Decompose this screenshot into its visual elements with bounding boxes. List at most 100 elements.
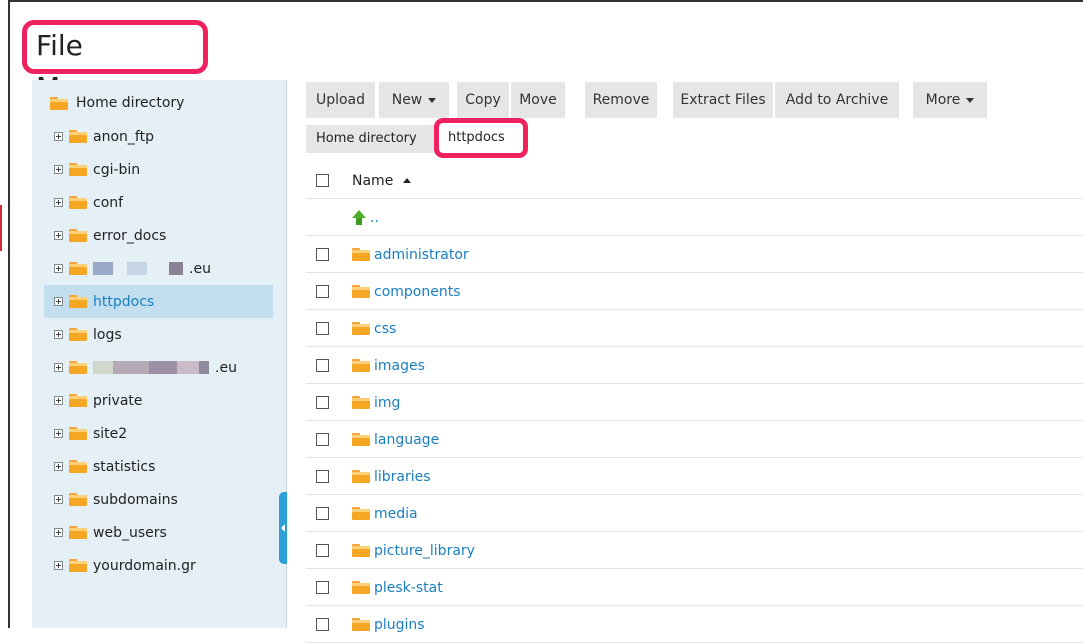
table-row[interactable]: images	[306, 347, 1083, 384]
folder-icon	[352, 248, 370, 261]
expand-icon[interactable]	[54, 264, 63, 273]
file-name-link[interactable]: administrator	[374, 247, 469, 263]
expand-icon[interactable]	[54, 231, 63, 240]
row-checkbox[interactable]	[316, 544, 329, 557]
expand-icon[interactable]	[54, 561, 63, 570]
folder-icon	[352, 618, 370, 631]
redacted-text	[93, 262, 183, 275]
row-checkbox[interactable]	[316, 248, 329, 261]
file-name-link[interactable]: images	[374, 358, 425, 374]
sidebar-item-label: logs	[93, 326, 122, 343]
expand-icon[interactable]	[54, 363, 63, 372]
breadcrumb-current[interactable]: httpdocs	[434, 118, 528, 158]
sidebar-item-web-users[interactable]: web_users	[44, 516, 273, 549]
page-title: File Manager	[22, 20, 208, 104]
expand-icon[interactable]	[54, 495, 63, 504]
parent-directory-row[interactable]: ..	[306, 199, 1083, 236]
sidebar-item-httpdocs[interactable]: httpdocs	[44, 285, 273, 318]
more-button[interactable]: More	[913, 82, 987, 118]
add-to-archive-button[interactable]: Add to Archive	[775, 82, 899, 118]
move-button[interactable]: Move	[511, 82, 565, 118]
file-name-cell: components	[352, 273, 461, 310]
file-name-link[interactable]: components	[374, 284, 461, 300]
folder-icon	[50, 96, 68, 110]
table-row[interactable]: css	[306, 310, 1083, 347]
file-name-link[interactable]: img	[374, 395, 400, 411]
table-row[interactable]: plugins	[306, 606, 1083, 643]
folder-icon	[69, 295, 87, 308]
copy-button[interactable]: Copy	[457, 82, 509, 118]
table-row[interactable]: img	[306, 384, 1083, 421]
new-button[interactable]: New	[379, 82, 449, 118]
table-row[interactable]: administrator	[306, 236, 1083, 273]
remove-button[interactable]: Remove	[585, 82, 657, 118]
extract-files-button[interactable]: Extract Files	[673, 82, 773, 118]
file-name-cell: libraries	[352, 458, 431, 495]
file-name-cell: images	[352, 347, 425, 384]
window-border-left	[8, 0, 10, 628]
parent-directory-cell[interactable]: ..	[352, 199, 379, 236]
folder-icon	[352, 396, 370, 409]
row-checkbox[interactable]	[316, 396, 329, 409]
sidebar-item-yourdomain-gr[interactable]: yourdomain.gr	[44, 549, 273, 582]
expand-icon[interactable]	[54, 297, 63, 306]
file-name-link[interactable]: media	[374, 506, 418, 522]
table-row[interactable]: plesk-stat	[306, 569, 1083, 606]
tree-root-home[interactable]: Home directory	[50, 91, 184, 115]
folder-icon	[352, 285, 370, 298]
row-checkbox[interactable]	[316, 359, 329, 372]
expand-icon[interactable]	[54, 462, 63, 471]
folder-icon	[69, 361, 87, 374]
breadcrumb-home[interactable]: Home directory	[306, 125, 446, 153]
file-name-link[interactable]: libraries	[374, 469, 431, 485]
sidebar-item-label: .eu	[189, 260, 211, 277]
table-row[interactable]: picture_library	[306, 532, 1083, 569]
folder-icon	[69, 460, 87, 473]
expand-icon[interactable]	[54, 528, 63, 537]
add-to-archive-label: Add to Archive	[785, 92, 889, 108]
sidebar-item-label: anon_ftp	[93, 128, 154, 145]
sidebar-item-anon-ftp[interactable]: anon_ftp	[44, 120, 273, 153]
parent-directory-link[interactable]: ..	[370, 210, 379, 226]
row-checkbox[interactable]	[316, 433, 329, 446]
row-checkbox[interactable]	[316, 285, 329, 298]
file-name-link[interactable]: picture_library	[374, 543, 475, 559]
sidebar-item-label: private	[93, 392, 143, 409]
sidebar-item-statistics[interactable]: statistics	[44, 450, 273, 483]
file-name-link[interactable]: language	[374, 432, 439, 448]
table-row[interactable]: components	[306, 273, 1083, 310]
sidebar-item-subdomains[interactable]: subdomains	[44, 483, 273, 516]
sidebar-item-eu[interactable]: .eu	[44, 351, 273, 384]
row-checkbox[interactable]	[316, 581, 329, 594]
table-row[interactable]: media	[306, 495, 1083, 532]
file-name-link[interactable]: css	[374, 321, 396, 337]
sidebar-item-error-docs[interactable]: error_docs	[44, 219, 273, 252]
sidebar-item-eu[interactable]: .eu	[44, 252, 273, 285]
expand-icon[interactable]	[54, 198, 63, 207]
folder-icon	[69, 328, 87, 341]
row-checkbox[interactable]	[316, 470, 329, 483]
sidebar-item-conf[interactable]: conf	[44, 186, 273, 219]
row-checkbox[interactable]	[316, 507, 329, 520]
row-checkbox[interactable]	[316, 618, 329, 631]
sidebar-item-private[interactable]: private	[44, 384, 273, 417]
sidebar-item-site2[interactable]: site2	[44, 417, 273, 450]
file-name-link[interactable]: plesk-stat	[374, 580, 443, 596]
select-all-checkbox[interactable]	[316, 174, 329, 187]
sidebar-collapse-handle[interactable]	[279, 492, 287, 564]
table-row[interactable]: language	[306, 421, 1083, 458]
expand-icon[interactable]	[54, 330, 63, 339]
sidebar-item-logs[interactable]: logs	[44, 318, 273, 351]
expand-icon[interactable]	[54, 132, 63, 141]
sidebar-item-label: yourdomain.gr	[93, 557, 196, 574]
table-row[interactable]: libraries	[306, 458, 1083, 495]
tree-root-label: Home directory	[76, 95, 185, 111]
expand-icon[interactable]	[54, 396, 63, 405]
row-checkbox[interactable]	[316, 322, 329, 335]
expand-icon[interactable]	[54, 165, 63, 174]
name-column-header[interactable]: Name	[352, 162, 412, 199]
upload-button[interactable]: Upload	[306, 82, 375, 118]
sidebar-item-cgi-bin[interactable]: cgi-bin	[44, 153, 273, 186]
file-name-link[interactable]: plugins	[374, 617, 425, 633]
expand-icon[interactable]	[54, 429, 63, 438]
